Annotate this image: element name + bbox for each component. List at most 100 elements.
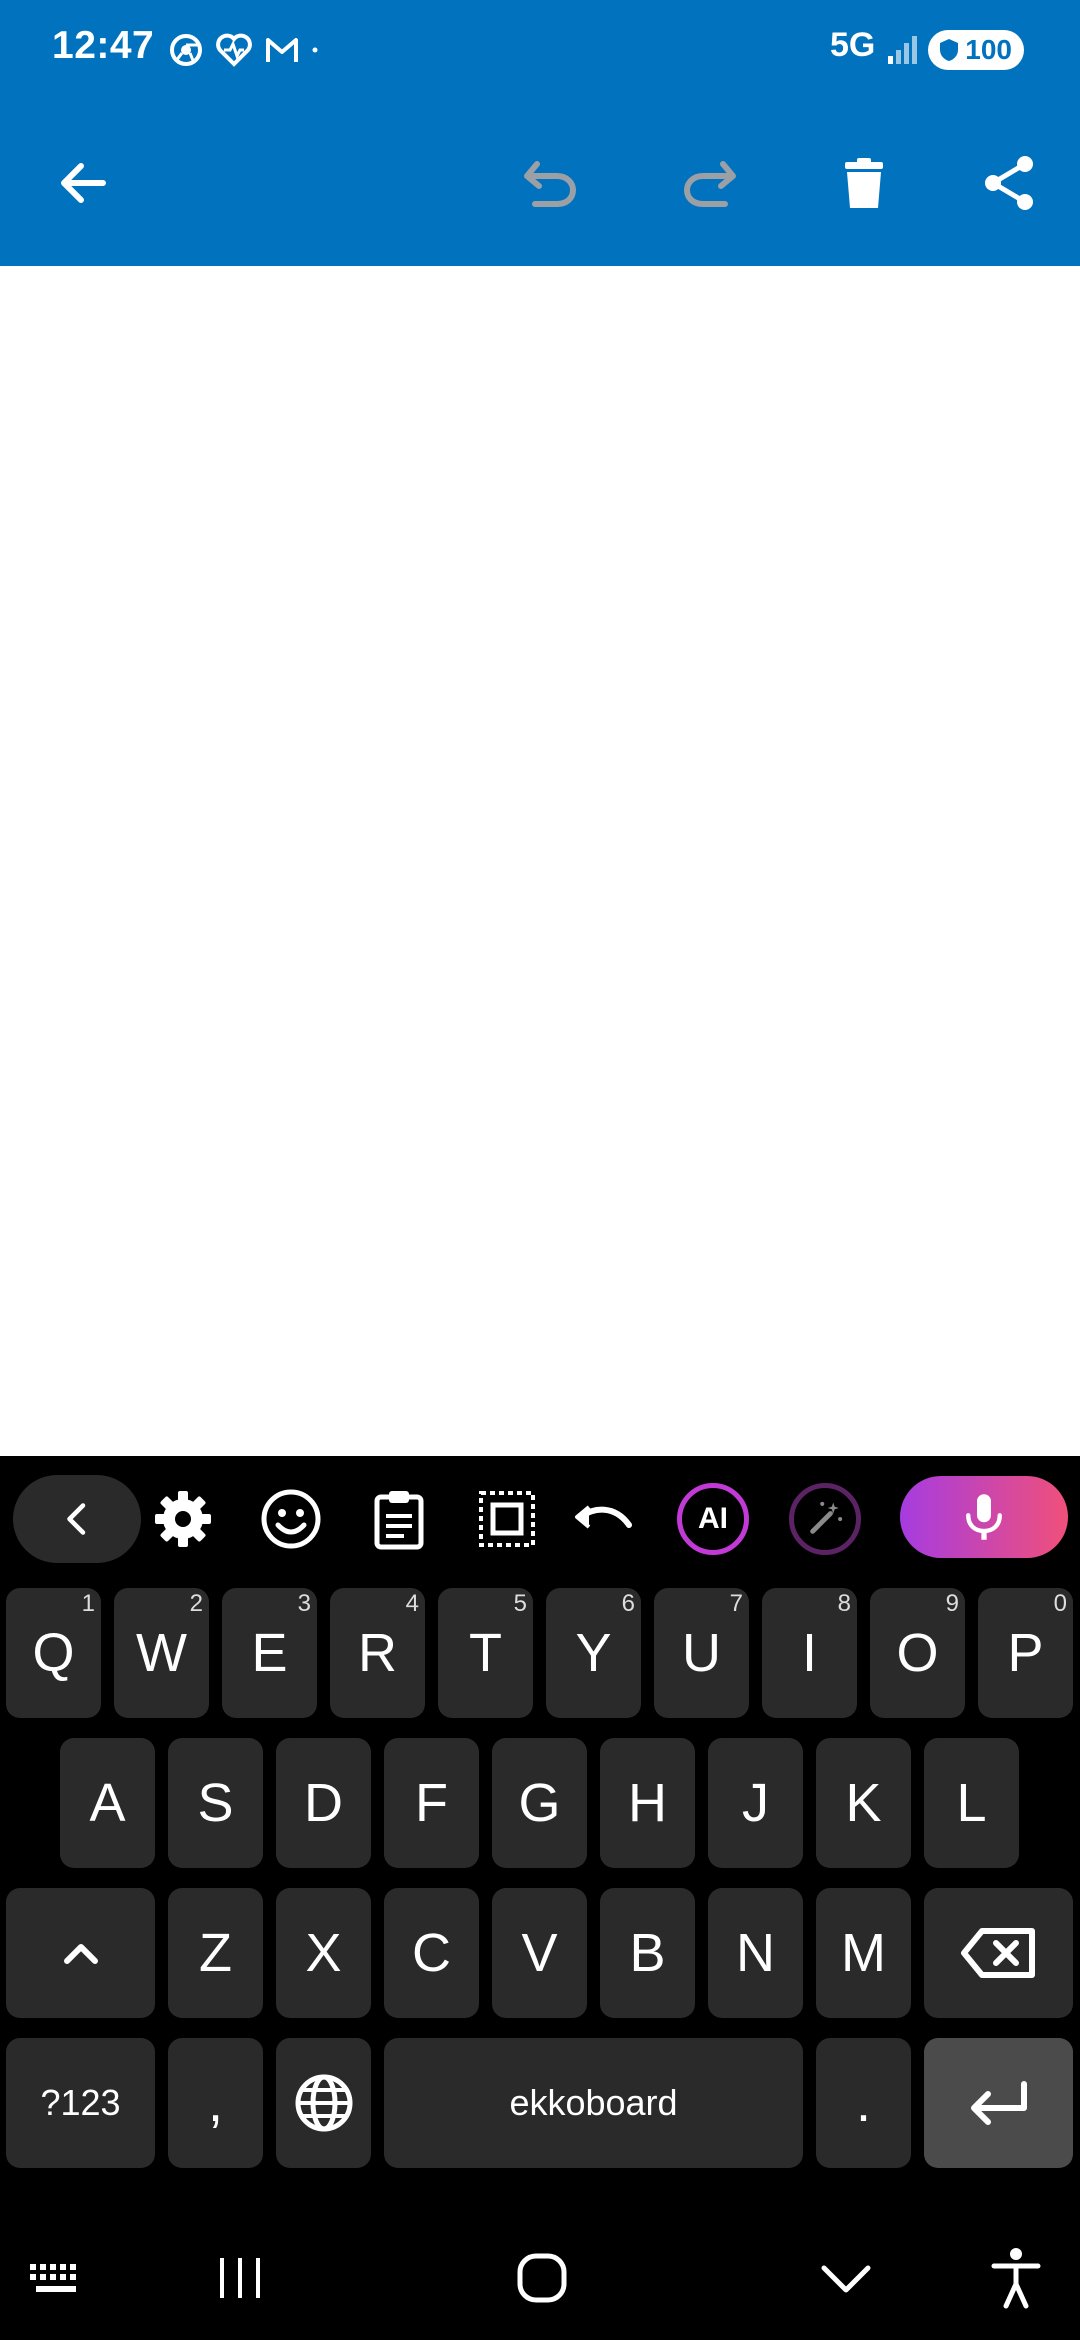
key-x[interactable]: X [276,1888,371,2018]
undo-icon [575,1505,632,1529]
backspace-key[interactable] [924,1888,1073,2018]
key-label: V [521,1923,558,1983]
key-label: L [956,1773,987,1833]
chevron-left-icon [67,1503,86,1535]
key-k[interactable]: K [816,1738,911,1868]
signal-icon [888,36,917,64]
key-q[interactable]: Q1 [6,1588,101,1718]
hide-keyboard-button[interactable] [796,2238,896,2318]
home-icon [517,2253,567,2303]
select-text-button[interactable] [462,1476,552,1562]
key-b[interactable]: B [600,1888,695,2018]
symbols-key[interactable]: ?123 [6,2038,155,2168]
key-label: M [841,1923,886,1983]
chevron-down-icon [821,2265,871,2293]
key-v[interactable]: V [492,1888,587,2018]
key-label: O [896,1623,939,1683]
space-key[interactable]: ekkoboard [384,2038,803,2168]
key-label: X [305,1923,342,1983]
key-label: J [742,1773,769,1833]
key-u[interactable]: U7 [654,1588,749,1718]
key-h[interactable]: H [600,1738,695,1868]
language-key[interactable] [276,2038,371,2168]
globe-icon [295,2074,352,2132]
key-g[interactable]: G [492,1738,587,1868]
keyboard-switch-button[interactable] [6,2238,106,2318]
key-label: Q [32,1623,75,1683]
comma-key[interactable]: , [168,2038,263,2168]
key-label: F [415,1773,448,1833]
magic-wand-button[interactable] [780,1476,870,1562]
key-hint: 5 [513,1590,527,1617]
voice-input-button[interactable] [900,1476,1068,1558]
key-t[interactable]: T5 [438,1588,533,1718]
key-z[interactable]: Z [168,1888,263,2018]
home-button[interactable] [492,2238,592,2318]
key-hint: 3 [297,1590,311,1617]
keyboard: AI Q1 W2 E3 R4 T5 Y6 U7 I8 O9 P0 A S D F… [0,1456,1080,2216]
key-hint: 0 [1053,1590,1067,1617]
system-nav-bar [0,2216,1080,2340]
accessibility-icon [991,2248,1041,2309]
period-key[interactable]: . [816,2038,911,2168]
key-c[interactable]: C [384,1888,479,2018]
key-label: , [207,2073,223,2133]
key-m[interactable]: M [816,1888,911,2018]
clipboard-icon [374,1491,424,1550]
key-label: Y [575,1623,612,1683]
key-e[interactable]: E3 [222,1588,317,1718]
share-button[interactable] [960,133,1060,233]
collapse-toolbar-button[interactable] [12,1475,142,1563]
delete-button[interactable] [814,133,914,233]
ai-button[interactable]: AI [668,1476,758,1562]
key-hint: 1 [81,1590,95,1617]
health-icon [216,33,252,67]
key-y[interactable]: Y6 [546,1588,641,1718]
key-p[interactable]: P0 [978,1588,1073,1718]
key-w[interactable]: W2 [114,1588,209,1718]
enter-key[interactable] [924,2038,1073,2168]
shield-icon [940,39,958,61]
key-j[interactable]: J [708,1738,803,1868]
recent-apps-button[interactable] [190,2238,290,2318]
key-hint: 7 [729,1590,743,1617]
key-label: B [629,1923,666,1983]
key-label: S [197,1773,234,1833]
note-editor[interactable] [0,266,1080,1456]
key-label: ?123 [40,2082,121,2123]
status-bar: 12:47 5G 100 [0,0,1080,100]
key-hint: 4 [405,1590,419,1617]
key-l[interactable]: L [924,1738,1019,1868]
accessibility-button[interactable] [966,2238,1066,2318]
undo-button[interactable] [500,133,600,233]
key-label: ekkoboard [509,2082,678,2123]
key-hint: 6 [621,1590,635,1617]
key-i[interactable]: I8 [762,1588,857,1718]
shift-key[interactable] [6,1888,155,2018]
key-d[interactable]: D [276,1738,371,1868]
keyboard-undo-button[interactable] [558,1476,648,1562]
key-n[interactable]: N [708,1888,803,2018]
key-hint: 8 [837,1590,851,1617]
key-o[interactable]: O9 [870,1588,965,1718]
status-time: 12:47 [52,24,155,67]
key-r[interactable]: R4 [330,1588,425,1718]
ai-label: AI [698,1502,728,1535]
key-label: R [358,1623,397,1683]
ai-icon: AI [677,1483,749,1555]
redo-button[interactable] [660,133,760,233]
key-f[interactable]: F [384,1738,479,1868]
key-s[interactable]: S [168,1738,263,1868]
keyboard-toolbar: AI [0,1456,1080,1576]
gmail-icon [266,38,298,62]
key-hint: 9 [945,1590,959,1617]
shift-icon [63,1944,98,1964]
key-a[interactable]: A [60,1738,155,1868]
network-type: 5G [830,26,876,64]
key-label: U [682,1623,721,1683]
keyboard-settings-button[interactable] [138,1476,228,1562]
clipboard-button[interactable] [354,1476,444,1562]
back-button[interactable] [34,133,134,233]
emoji-button[interactable] [246,1476,336,1562]
key-label: I [801,1623,817,1683]
